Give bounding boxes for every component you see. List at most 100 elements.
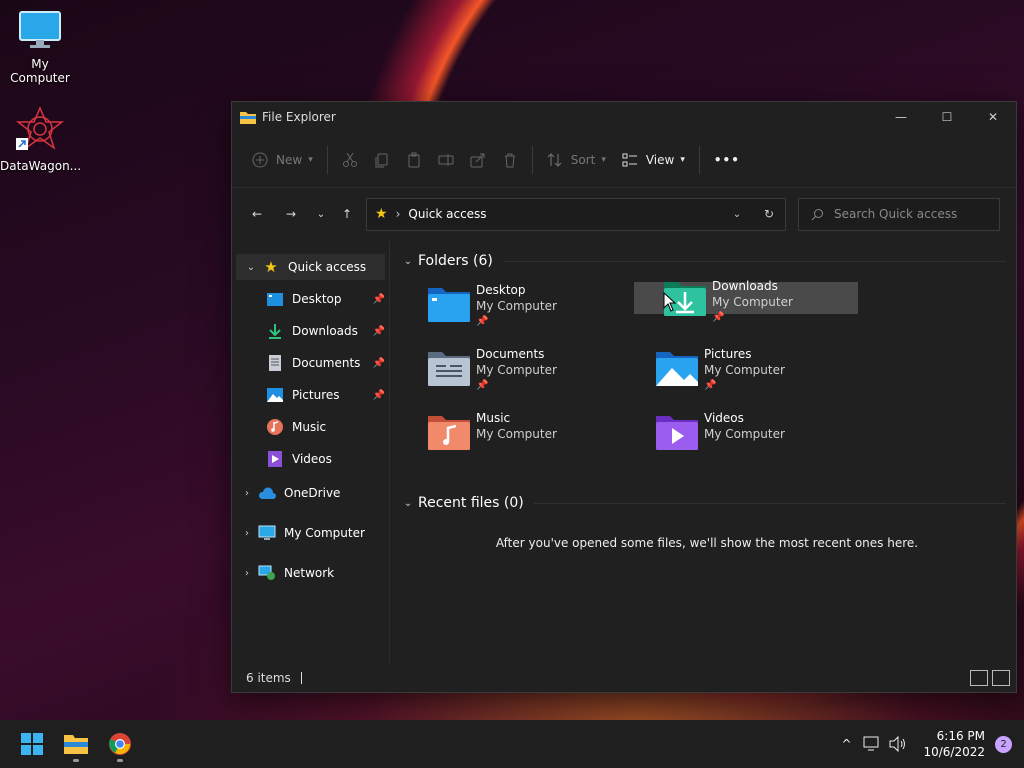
sidebar-item-pictures[interactable]: Pictures 📌 [232,382,389,408]
up-button[interactable]: ↑ [334,198,360,230]
minimize-icon: — [895,110,907,124]
folder-tile-music[interactable]: Music My Computer [398,410,622,460]
status-separator [300,672,302,684]
search-input[interactable]: Search Quick access [798,197,1000,231]
running-indicator [117,759,123,762]
video-icon [264,451,286,467]
show-hidden-icons-button[interactable]: ^ [833,737,859,751]
item-count: 6 items [246,671,291,685]
folders-section-header[interactable]: ⌄ Folders (6) [398,250,1016,272]
main-pane: ⌄ Folders (6) Desktop My Computer 📌 Down… [390,240,1016,664]
pin-icon: 📌 [372,293,385,305]
download-icon [264,323,286,339]
new-label: New [276,152,303,167]
sidebar-item-label: Music [292,420,327,434]
taskbar-chrome[interactable] [98,724,142,764]
desktop-icon-label: My Computer [10,57,70,85]
chevron-down-icon[interactable]: ⌄ [242,262,260,273]
navigation-pane: ⌄ ★ Quick access Desktop 📌 Downloads 📌 D… [232,240,390,664]
sidebar-item-desktop[interactable]: Desktop 📌 [232,286,389,312]
rename-button[interactable] [430,142,462,178]
arrow-left-icon: ← [251,207,263,221]
layout-toggle [970,670,1010,686]
sidebar-item-my-computer[interactable]: › My Computer [232,520,389,546]
folder-tile-desktop[interactable]: Desktop My Computer 📌 [398,282,622,332]
chevron-right-icon[interactable]: › [238,488,256,499]
sidebar-item-quick-access[interactable]: ⌄ ★ Quick access [236,254,385,280]
address-bar[interactable]: ★ › Quick access ⌄ ↻ [366,197,786,231]
folder-tile-videos[interactable]: Videos My Computer [626,410,850,460]
folders-header-label: Folders (6) [418,253,493,269]
view-label: View [645,152,675,167]
minimize-button[interactable]: — [878,102,924,132]
chevron-down-icon[interactable]: ⌄ [398,256,418,267]
pictures-folder-icon [656,352,698,386]
cut-button[interactable] [334,142,366,178]
recent-locations-button[interactable]: ⌄ [308,198,334,230]
folder-tile-documents[interactable]: Documents My Computer 📌 [398,346,622,396]
new-button[interactable]: New ▾ [244,142,321,178]
sidebar-item-label: Downloads [292,324,358,338]
sidebar-item-videos[interactable]: Videos [232,446,389,472]
pin-icon: 📌 [476,380,489,391]
details-view-button[interactable] [970,670,988,686]
chrome-icon [109,733,131,755]
delete-button[interactable] [494,142,526,178]
chevron-right-icon[interactable]: › [238,568,256,579]
more-options-button[interactable]: ••• [706,142,748,178]
taskbar-file-explorer[interactable] [54,724,98,764]
sidebar-item-label: Network [284,566,335,580]
sidebar-item-network[interactable]: › Network [232,560,389,586]
datawagon-app-icon [15,106,65,150]
folder-name: Desktop [476,283,526,297]
back-button[interactable]: ← [240,198,274,230]
recent-empty-message: After you've opened some files, we'll sh… [495,536,919,550]
folder-name: Downloads [712,279,778,293]
copy-icon [375,153,388,167]
forward-button[interactable]: → [274,198,308,230]
folder-location: My Computer [476,427,557,441]
trash-icon [504,153,515,167]
breadcrumb[interactable]: Quick access [408,207,721,221]
folder-tile-pictures[interactable]: Pictures My Computer 📌 [626,346,850,396]
sidebar-item-onedrive[interactable]: › OneDrive [232,480,389,506]
folder-name: Videos [704,411,744,425]
chevron-down-icon[interactable]: ⌄ [398,498,418,509]
clock[interactable]: 6:16 PM 10/6/2022 [923,728,985,760]
sidebar-item-documents[interactable]: Documents 📌 [232,350,389,376]
start-button[interactable] [10,724,54,764]
content-area: ⌄ ★ Quick access Desktop 📌 Downloads 📌 D… [232,240,1016,664]
plus-circle-icon [252,152,268,167]
pin-icon: 📌 [372,357,385,369]
maximize-button[interactable]: ☐ [924,102,970,132]
folder-location: My Computer [704,363,785,377]
sidebar-item-label: OneDrive [284,486,341,500]
network-status-button[interactable] [859,736,885,752]
desktop-icon-datawagon[interactable]: DataWagon... [0,106,81,173]
status-bar: 6 items [232,664,1016,692]
sort-button[interactable]: Sort ▾ [539,142,614,178]
desktop-icon-my-computer[interactable]: My Computer [0,10,80,85]
share-button[interactable] [462,142,494,178]
sidebar-item-music[interactable]: Music [232,414,389,440]
title-bar[interactable]: File Explorer — ☐ ✕ [232,102,1016,132]
volume-button[interactable] [885,736,911,752]
sidebar-item-downloads[interactable]: Downloads 📌 [232,318,389,344]
refresh-button[interactable]: ↻ [753,207,785,221]
copy-button[interactable] [366,142,398,178]
chevron-right-icon[interactable]: › [238,528,256,539]
notification-badge[interactable]: 2 [995,735,1012,753]
tiles-view-button[interactable] [992,670,1010,686]
paste-button[interactable] [398,142,430,178]
pin-icon: 📌 [712,312,725,323]
star-icon: ★ [264,258,278,276]
file-explorer-window: File Explorer — ☐ ✕ New ▾ Sort ▾ View ▾ [231,101,1017,693]
close-button[interactable]: ✕ [970,102,1016,132]
address-dropdown-button[interactable]: ⌄ [721,209,753,220]
maximize-icon: ☐ [941,110,953,124]
folder-icon [64,735,88,754]
window-title: File Explorer [262,110,336,124]
recent-section-header[interactable]: ⌄ Recent files (0) [398,492,1016,514]
view-button[interactable]: View ▾ [614,142,693,178]
folder-name: Documents [476,347,545,361]
